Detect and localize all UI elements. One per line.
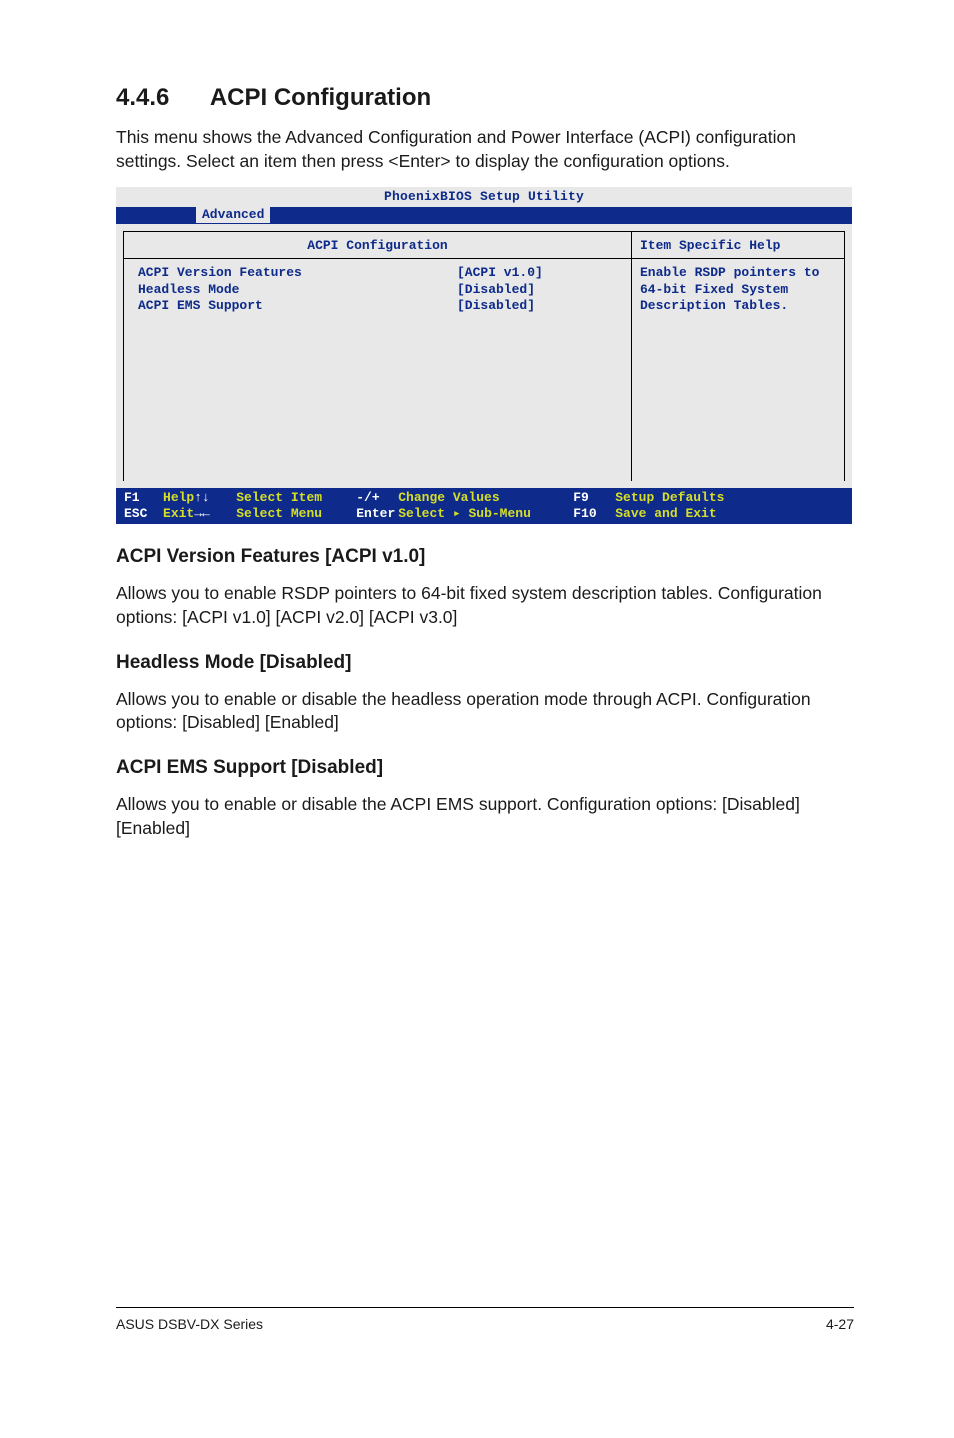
section-title: ACPI Configuration (210, 84, 431, 112)
key-f10: F10 (573, 506, 615, 522)
bios-screenshot: PhoenixBIOS Setup Utility Advanced ACPI … (116, 187, 852, 524)
body-text: Allows you to enable or disable the ACPI… (116, 793, 854, 840)
key-enter: Enter (356, 506, 398, 522)
bios-item-label: ACPI EMS Support (138, 298, 302, 314)
key-esc: ESC (124, 506, 147, 521)
key-label: Select Menu (236, 506, 356, 522)
key-label: Save and Exit (615, 506, 716, 522)
subheading-headless: Headless Mode [Disabled] (116, 652, 854, 674)
key-label: Help (163, 490, 194, 505)
section-number: 4.4.6 (116, 84, 169, 112)
key-label: Exit (163, 506, 194, 521)
bios-item-value: [Disabled] (457, 282, 617, 298)
bios-help-text: Enable RSDP pointers to 64-bit Fixed Sys… (632, 259, 844, 481)
footer-right: 4-27 (826, 1316, 854, 1332)
bios-item-label: ACPI Version Features (138, 265, 302, 281)
arrows-updown-icon: ↑↓ (194, 490, 236, 506)
bios-item-label: Headless Mode (138, 282, 302, 298)
footer-left: ASUS DSBV-DX Series (116, 1316, 263, 1332)
subheading-acpi-version: ACPI Version Features [ACPI v1.0] (116, 546, 854, 568)
subheading-acpi-ems: ACPI EMS Support [Disabled] (116, 757, 854, 779)
body-text: Allows you to enable or disable the head… (116, 688, 854, 735)
key-plusminus: -/+ (356, 490, 398, 506)
bios-footer: F1 Help ↑↓ Select Item -/+ Change Values… (116, 488, 852, 524)
bios-tabrow: Advanced (116, 207, 852, 224)
bios-help-line: Description Tables. (640, 298, 836, 314)
arrows-leftright-icon: →← (194, 506, 236, 522)
key-f9: F9 (573, 490, 615, 506)
bios-help-title: Item Specific Help (632, 232, 844, 259)
key-label: Setup Defaults (615, 490, 724, 506)
bios-tab-advanced: Advanced (196, 205, 270, 223)
bios-title: PhoenixBIOS Setup Utility (116, 187, 852, 207)
bios-item-value: [ACPI v1.0] (457, 265, 617, 281)
bios-help-line: Enable RSDP pointers to (640, 265, 836, 281)
bios-panel-title: ACPI Configuration (124, 232, 631, 259)
section-header: 4.4.6 ACPI Configuration (116, 84, 854, 112)
section-intro: This menu shows the Advanced Configurati… (116, 126, 854, 173)
bios-item-value: [Disabled] (457, 298, 617, 314)
key-label: Change Values (398, 490, 573, 506)
key-label: Select Item (236, 490, 356, 506)
key-f1: F1 (124, 490, 140, 505)
page-footer: ASUS DSBV-DX Series 4-27 (116, 1307, 854, 1332)
body-text: Allows you to enable RSDP pointers to 64… (116, 582, 854, 629)
bios-help-line: 64-bit Fixed System (640, 282, 836, 298)
key-label: Select ▸ Sub-Menu (398, 506, 573, 522)
